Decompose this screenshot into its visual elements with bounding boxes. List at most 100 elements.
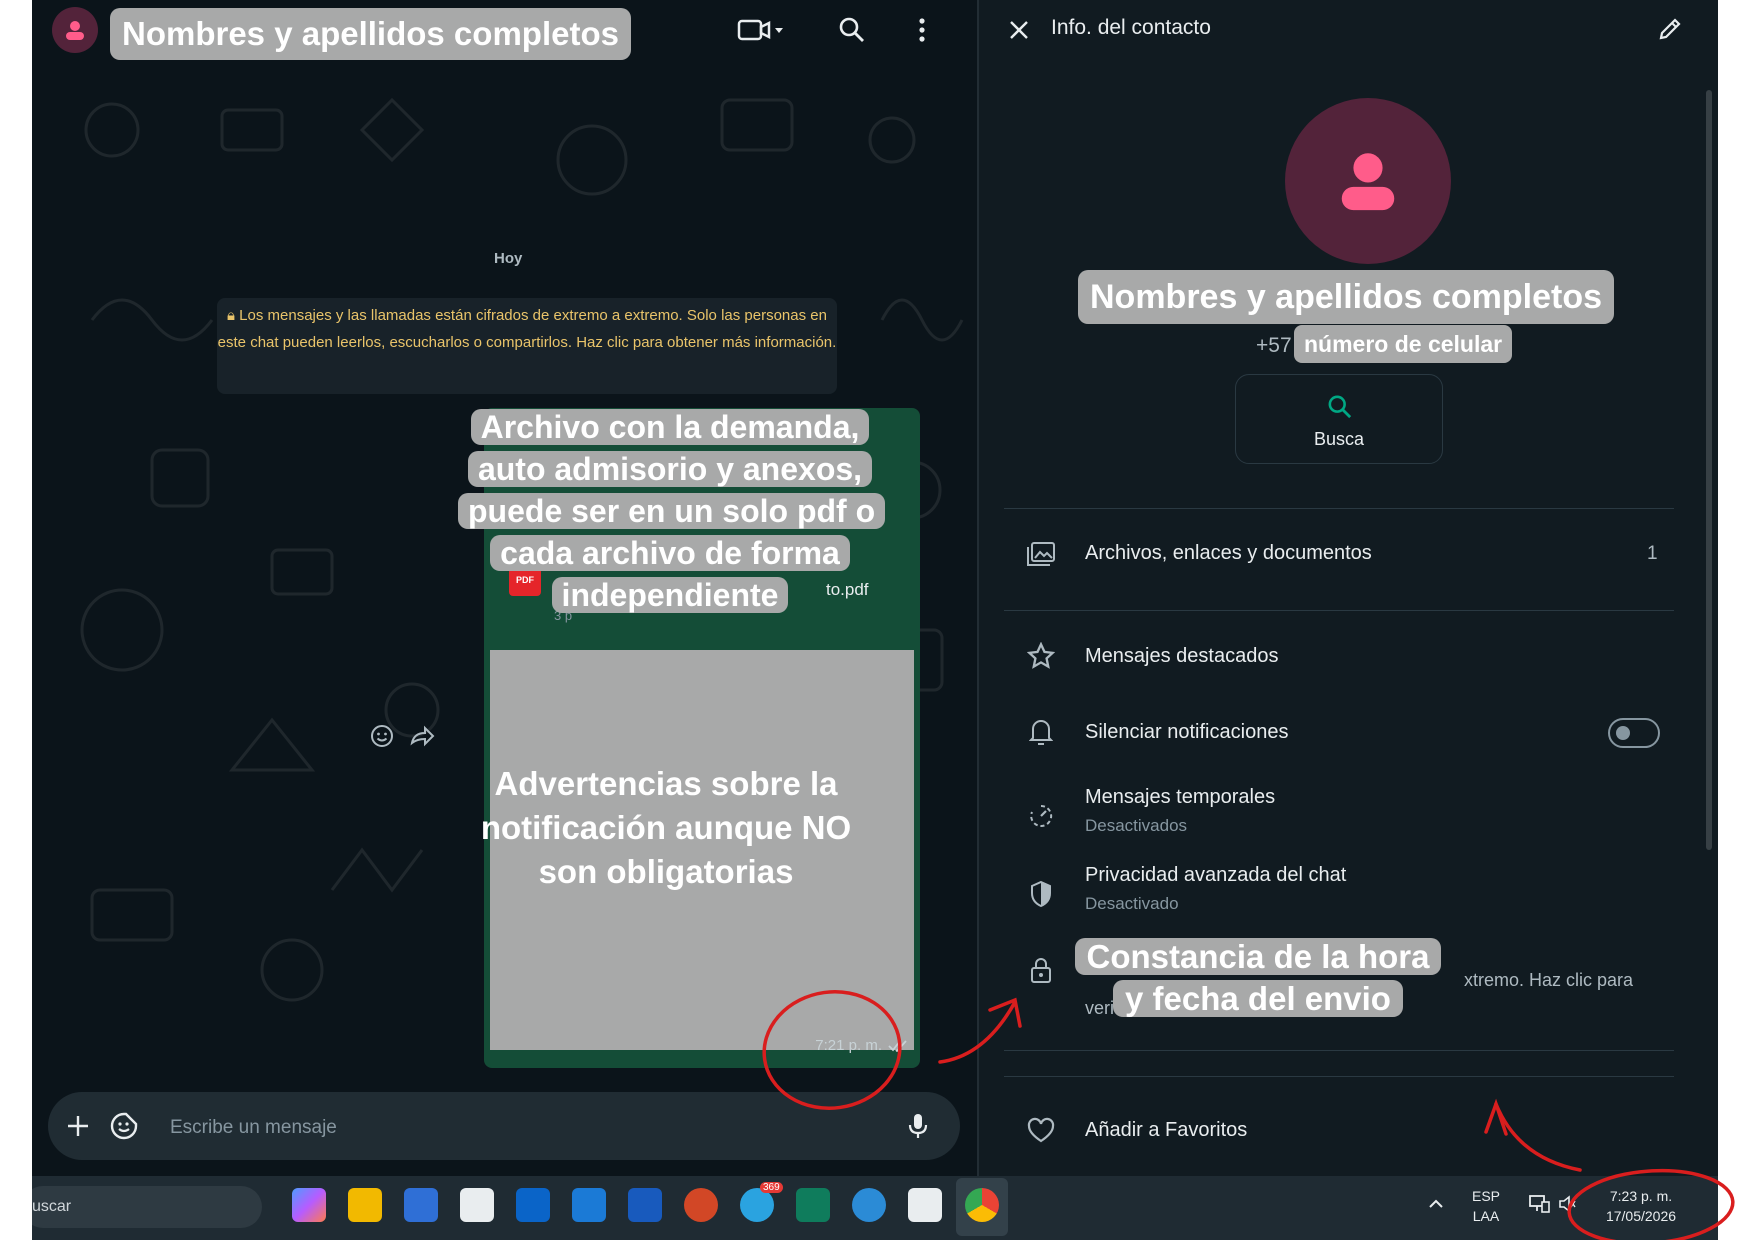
outlook-app-icon[interactable] [516,1188,550,1222]
search-chat-button[interactable] [838,16,866,44]
mail-app-icon[interactable] [572,1188,606,1222]
encryption-notice[interactable]: 🔒︎ Los mensajes y las llamadas están cif… [217,298,837,394]
chevron-up-icon [1429,1199,1443,1208]
telegram-badge: 369 [760,1182,783,1193]
info-title: Info. del contacto [1051,16,1211,39]
divider [1004,508,1674,509]
close-info-button[interactable] [1005,16,1033,44]
more-vertical-icon [919,18,925,42]
sticker-button[interactable] [108,1110,140,1142]
bell-icon [1029,720,1053,745]
encryption-notice-text: Los mensajes y las llamadas están cifrad… [217,307,837,351]
annotation-document-text: Archivo con la demanda, auto admisorio y… [458,409,886,613]
heart-icon [1027,1117,1055,1143]
files-icon-wrap [1025,538,1057,570]
language-code: ESP [1472,1188,1501,1204]
calendar-app-icon[interactable] [404,1188,438,1222]
encryption-text-fragment: xtremo. Haz clic para [1464,970,1634,990]
mute-notifications-item[interactable]: Silenciar notificaciones [1085,721,1288,744]
double-check-icon [888,1039,907,1052]
advanced-privacy-status: Desactivado [1085,894,1179,913]
files-links-docs-item[interactable]: Archivos, enlaces y documentos [1085,542,1372,565]
annotation-timestamp-note: Constancia de la hora y fecha del envio [1068,936,1448,1020]
shield-icon-wrap [1025,878,1057,910]
toggle-knob [1616,726,1630,740]
advanced-privacy-item[interactable]: Privacidad avanzada del chat [1085,864,1346,887]
heart-icon-wrap [1025,1114,1057,1146]
bell-icon-wrap [1025,716,1057,748]
publisher-app-icon[interactable] [796,1188,830,1222]
voice-message-button[interactable] [902,1110,934,1142]
edit-contact-button[interactable] [1655,14,1685,44]
powerpoint-app-icon[interactable] [684,1188,718,1222]
file-explorer-icon[interactable] [348,1188,382,1222]
files-count: 1 [1647,543,1658,564]
annotation-timestamp-text: Constancia de la hora y fecha del envio [1074,938,1442,1017]
contact-photo[interactable] [1285,98,1451,264]
microphone-icon [908,1114,928,1138]
video-call-button[interactable] [734,16,788,44]
sticker-icon [110,1112,138,1140]
shield-icon [1031,880,1051,908]
gallery-icon [1027,542,1055,566]
mute-toggle[interactable] [1608,718,1660,748]
telegram-app-icon[interactable] [740,1188,774,1222]
compose-bar [48,1092,960,1160]
clock[interactable]: 7:23 p. m. 17/05/2026 [1586,1186,1696,1226]
chat-menu-button[interactable] [908,16,936,44]
disappearing-messages-status: Desactivados [1085,816,1188,835]
video-camera-icon [737,19,783,41]
taskbar-search-text: uscar [32,1198,72,1215]
k-mark-app-icon[interactable] [908,1188,942,1222]
starred-messages-item[interactable]: Mensajes destacados [1085,645,1278,668]
message-time: 7:21 p. m. [815,1037,882,1054]
star-icon [1027,642,1055,669]
add-to-favorites-item[interactable]: Añadir a Favoritos [1085,1119,1247,1142]
keyboard-layout: LAA [1472,1208,1500,1224]
emoji-icon [371,725,393,747]
forward-button[interactable] [408,722,436,750]
input-language[interactable]: ESP LAA [1472,1186,1500,1226]
disappearing-messages-item[interactable]: Mensajes temporales [1085,786,1275,809]
date-divider: Hoy [494,250,523,267]
divider [1004,1050,1674,1051]
lock-icon [1031,958,1051,983]
store-app-icon[interactable] [460,1188,494,1222]
volume-icon[interactable] [1558,1194,1576,1219]
chrome-app-icon[interactable] [965,1188,999,1222]
lock-icon-wrap [1025,954,1057,986]
k-app-icon[interactable] [852,1188,886,1222]
star-icon-wrap [1025,640,1057,672]
timer-icon [1030,804,1053,827]
whatsapp-window: Hoy 🔒︎ Los mensajes y las llamadas están… [32,0,1718,1240]
info-scrollbar[interactable] [1706,90,1712,850]
annotation-phone-number: número de celular [1294,325,1513,363]
forward-icon [410,725,435,747]
annotation-document-note: Archivo con la demanda, auto admisorio y… [458,406,886,616]
search-icon [1328,395,1352,419]
phone-prefix: +57 [1256,334,1292,357]
message-timestamp: 7:21 p. m. [815,1037,908,1054]
clock-time: 7:23 p. m. [1609,1188,1673,1204]
message-input[interactable] [168,1114,812,1142]
contact-avatar[interactable] [52,7,98,53]
annotation-warnings-note: Advertencias sobre la notificación aunqu… [480,765,852,890]
copilot-app-icon[interactable] [292,1188,326,1222]
word-app-icon[interactable] [628,1188,662,1222]
divider [1004,1076,1674,1077]
attach-button[interactable] [62,1110,94,1142]
plus-icon [68,1116,88,1136]
react-button[interactable] [368,722,396,750]
search-label: Busca [1313,429,1365,449]
person-icon [1341,153,1395,211]
show-hidden-icons-button[interactable] [1428,1196,1444,1214]
person-icon [66,21,84,40]
close-icon [1010,21,1028,39]
divider [1004,610,1674,611]
search-messages-button[interactable]: Busca [1235,374,1443,464]
timer-icon-wrap [1025,800,1057,832]
windows-taskbar: uscar 369 ESP LAA 7:23 p. m. 17/05/2026 [32,1176,1718,1240]
lock-icon: 🔒︎ [227,307,240,324]
pencil-icon [1659,18,1681,40]
network-icon[interactable] [1528,1194,1550,1219]
